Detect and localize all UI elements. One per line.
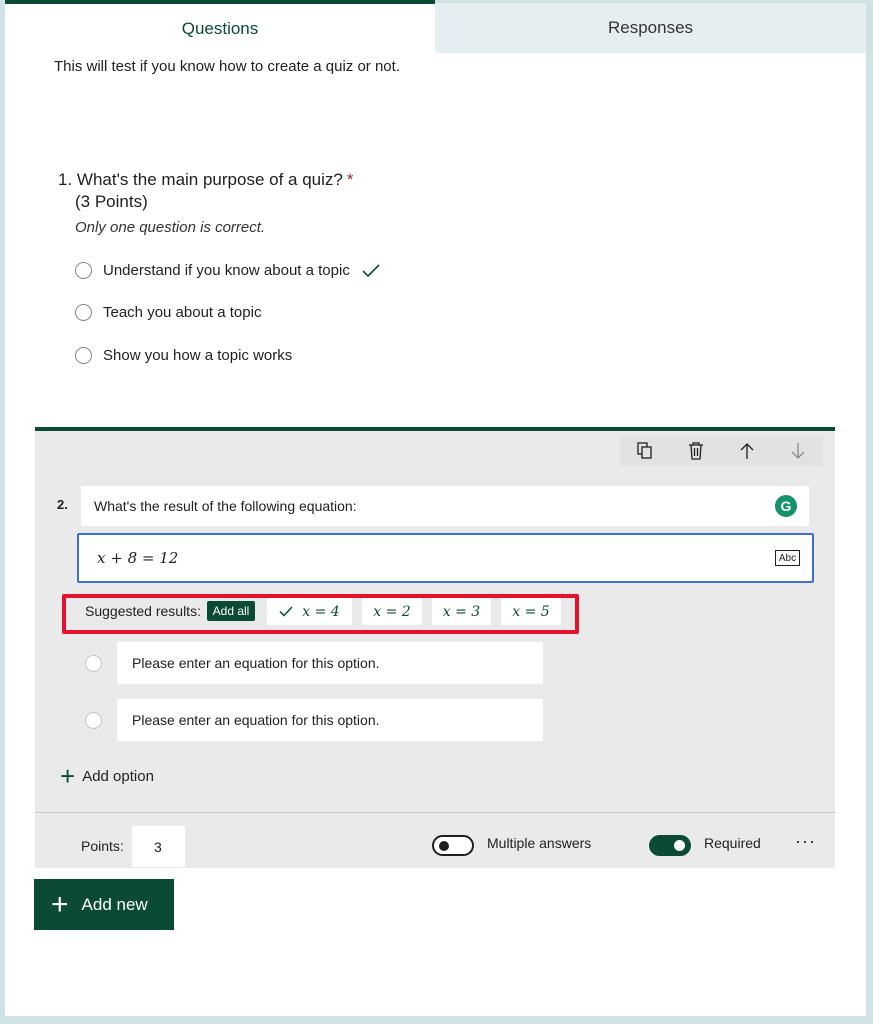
question-1-option[interactable]: Teach you about a topic: [75, 304, 261, 321]
question-1-title-text: 1. What's the main purpose of a quiz?: [58, 170, 343, 189]
radio-button[interactable]: [75, 304, 92, 321]
question-1-title[interactable]: 1. What's the main purpose of a quiz? *: [58, 169, 353, 191]
suggestion-chip[interactable]: x = 5: [501, 598, 561, 625]
equation-text: x + 8 = 12: [97, 549, 179, 567]
question-2-number: 2.: [57, 497, 68, 512]
points-label: Points:: [81, 838, 124, 854]
required-toggle[interactable]: [649, 835, 691, 856]
option-radio[interactable]: [85, 655, 102, 672]
option-label: Show you how a topic works: [103, 347, 293, 364]
radio-button[interactable]: [85, 655, 102, 672]
required-mark: *: [346, 170, 354, 189]
tab-questions[interactable]: Questions: [5, 0, 435, 53]
option-label: Teach you about a topic: [103, 304, 262, 321]
question-2-title-input[interactable]: What's the result of the following equat…: [81, 486, 809, 526]
radio-button[interactable]: [85, 712, 102, 729]
suggestion-chip[interactable]: x = 4: [267, 598, 352, 625]
points-input[interactable]: 3: [132, 826, 185, 867]
radio-button[interactable]: [75, 262, 92, 279]
suggestion-value: x = 4: [302, 603, 340, 620]
option-equation-input[interactable]: Please enter an equation for this option…: [117, 642, 543, 684]
suggestion-chip[interactable]: x = 2: [362, 598, 422, 625]
toggle-knob: [439, 841, 449, 851]
suggestion-value: x = 5: [512, 603, 550, 620]
multiple-answers-toggle[interactable]: [432, 835, 474, 856]
equation-input[interactable]: x + 8 = 12 Abc: [77, 533, 814, 583]
question-1-points: (3 Points): [75, 192, 148, 211]
copy-icon[interactable]: [633, 439, 657, 463]
trash-icon[interactable]: [684, 439, 708, 463]
grammarly-icon[interactable]: G: [775, 495, 797, 517]
check-icon: [279, 606, 293, 617]
suggested-results-label: Suggested results:: [85, 603, 201, 619]
toggle-knob: [674, 840, 685, 851]
arrow-up-icon[interactable]: [735, 439, 759, 463]
plus-icon: +: [60, 761, 76, 791]
form-description: This will test if you know how to create…: [54, 58, 400, 75]
question-1-option[interactable]: Show you how a topic works: [75, 347, 292, 364]
question-1-option[interactable]: Understand if you know about a topic: [75, 262, 380, 279]
add-new-label: Add new: [81, 894, 148, 914]
suggestion-value: x = 3: [442, 603, 481, 620]
option-equation-input[interactable]: Please enter an equation for this option…: [117, 699, 543, 741]
add-all-button[interactable]: Add all: [207, 601, 255, 621]
question-toolbar: [620, 436, 823, 466]
question-2-title-text: What's the result of the following equat…: [94, 498, 357, 514]
option-label: Understand if you know about a topic: [103, 262, 350, 279]
tab-responses[interactable]: Responses: [435, 3, 866, 53]
arrow-down-icon[interactable]: [786, 439, 810, 463]
more-options-icon[interactable]: ···: [795, 831, 816, 852]
plus-icon: +: [51, 887, 69, 921]
option-radio[interactable]: [85, 712, 102, 729]
text-mode-icon[interactable]: Abc: [775, 550, 800, 566]
add-option-label: Add option: [82, 767, 154, 785]
suggestion-value: x = 2: [373, 603, 411, 620]
correct-check-icon: [362, 263, 380, 277]
suggestion-chip[interactable]: x = 3: [432, 598, 491, 625]
add-new-button[interactable]: + Add new: [34, 879, 174, 930]
radio-button[interactable]: [75, 347, 92, 364]
divider: [35, 812, 835, 813]
required-label: Required: [704, 835, 761, 851]
question-1-hint: Only one question is correct.: [75, 219, 266, 236]
add-option-button[interactable]: + Add option: [60, 761, 154, 791]
multiple-answers-label: Multiple answers: [487, 835, 592, 851]
